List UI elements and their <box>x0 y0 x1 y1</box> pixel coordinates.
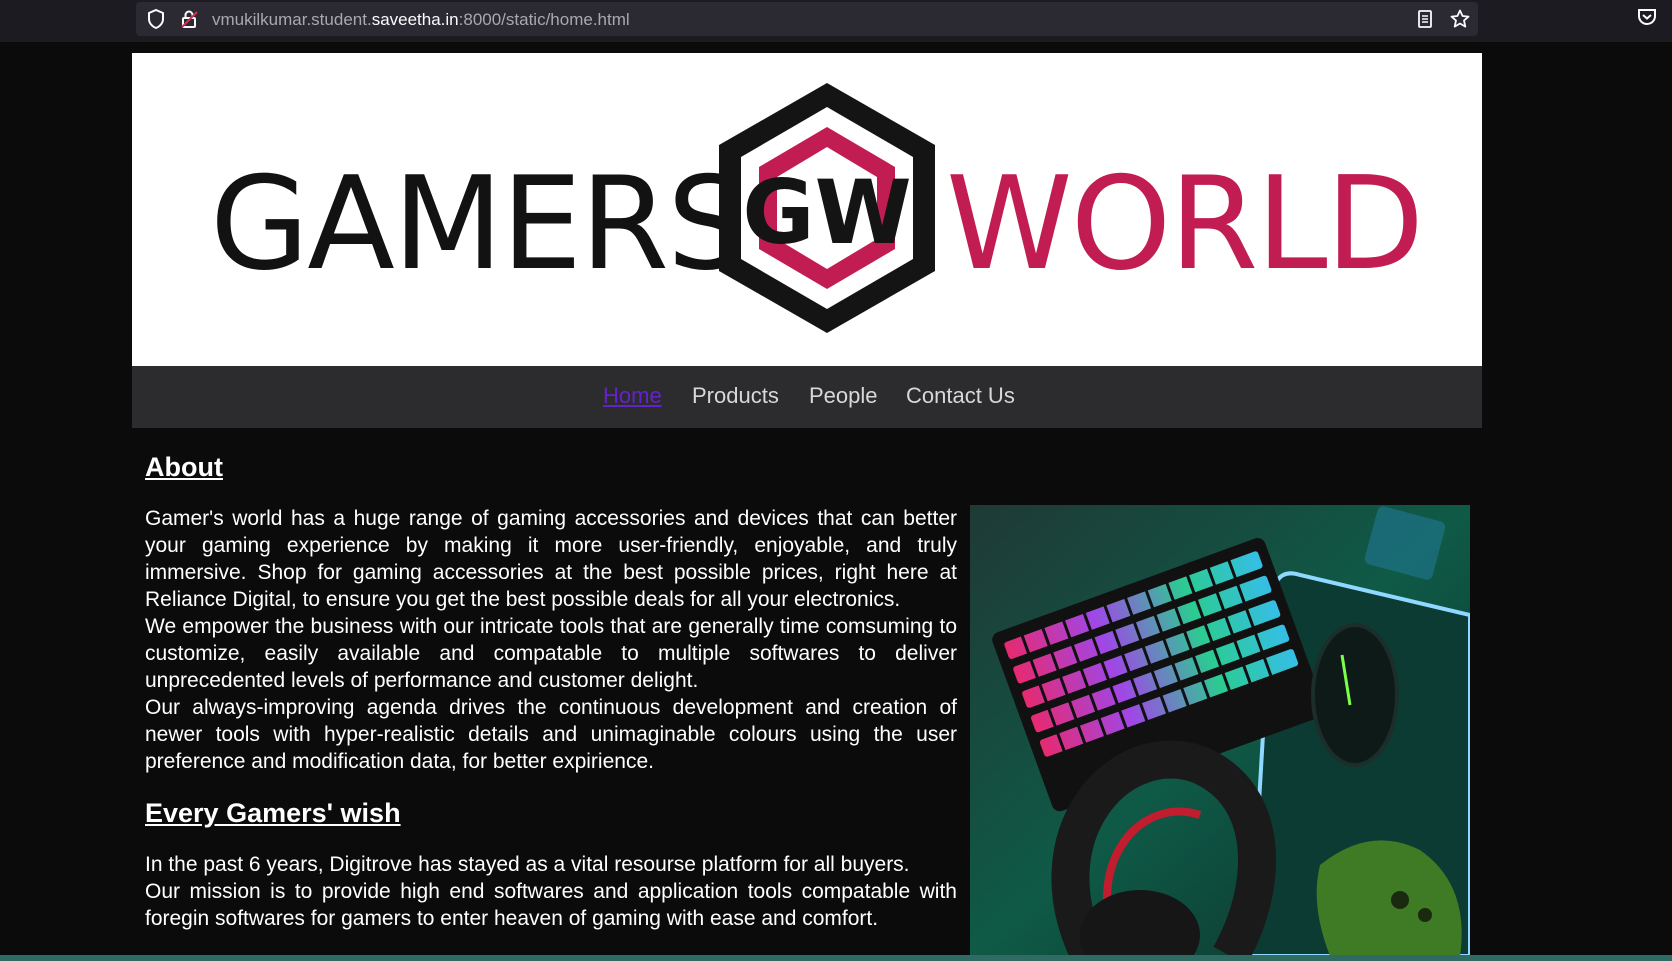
site-banner: GAMERS GW WORLD <box>132 53 1482 366</box>
logo-text-world: WORLD <box>946 150 1424 299</box>
wish-paragraph-2: Our mission is to provide high end softw… <box>145 880 957 930</box>
wish-heading: Every Gamers' wish <box>145 798 401 828</box>
about-paragraph-1: Gamer's world has a huge range of gaming… <box>145 507 957 611</box>
browser-toolbar: vmukilkumar.student.saveetha.in:8000/sta… <box>0 0 1672 42</box>
about-heading: About <box>145 452 223 482</box>
gaming-setup-image <box>970 505 1470 956</box>
url-text[interactable]: vmukilkumar.student.saveetha.in:8000/sta… <box>212 10 630 30</box>
pocket-icon[interactable] <box>1636 6 1658 28</box>
wish-paragraph-1: In the past 6 years, Digitrove has staye… <box>145 853 910 876</box>
address-bar[interactable]: vmukilkumar.student.saveetha.in:8000/sta… <box>136 2 1478 36</box>
insecure-lock-icon[interactable] <box>178 8 200 30</box>
nav-contact-link[interactable]: Contact Us <box>906 383 1015 409</box>
nav-products-link[interactable]: Products <box>692 383 779 409</box>
about-paragraph-3: Our always-improving agenda drives the c… <box>145 696 957 773</box>
shield-icon[interactable] <box>145 8 167 30</box>
logo-mark-letters: GW <box>742 161 911 264</box>
reader-view-icon[interactable] <box>1414 8 1436 30</box>
gw-logo-mark: GW <box>719 83 935 333</box>
about-paragraph-2: We empower the business with our intrica… <box>145 615 957 692</box>
main-nav: Home Products People Contact Us <box>132 366 1482 428</box>
bookmark-star-icon[interactable] <box>1449 8 1471 30</box>
bottom-divider <box>0 955 1672 961</box>
nav-people-link[interactable]: People <box>809 383 878 409</box>
nav-home-link[interactable]: Home <box>603 383 662 409</box>
logo-text-gamers: GAMERS <box>210 150 748 299</box>
